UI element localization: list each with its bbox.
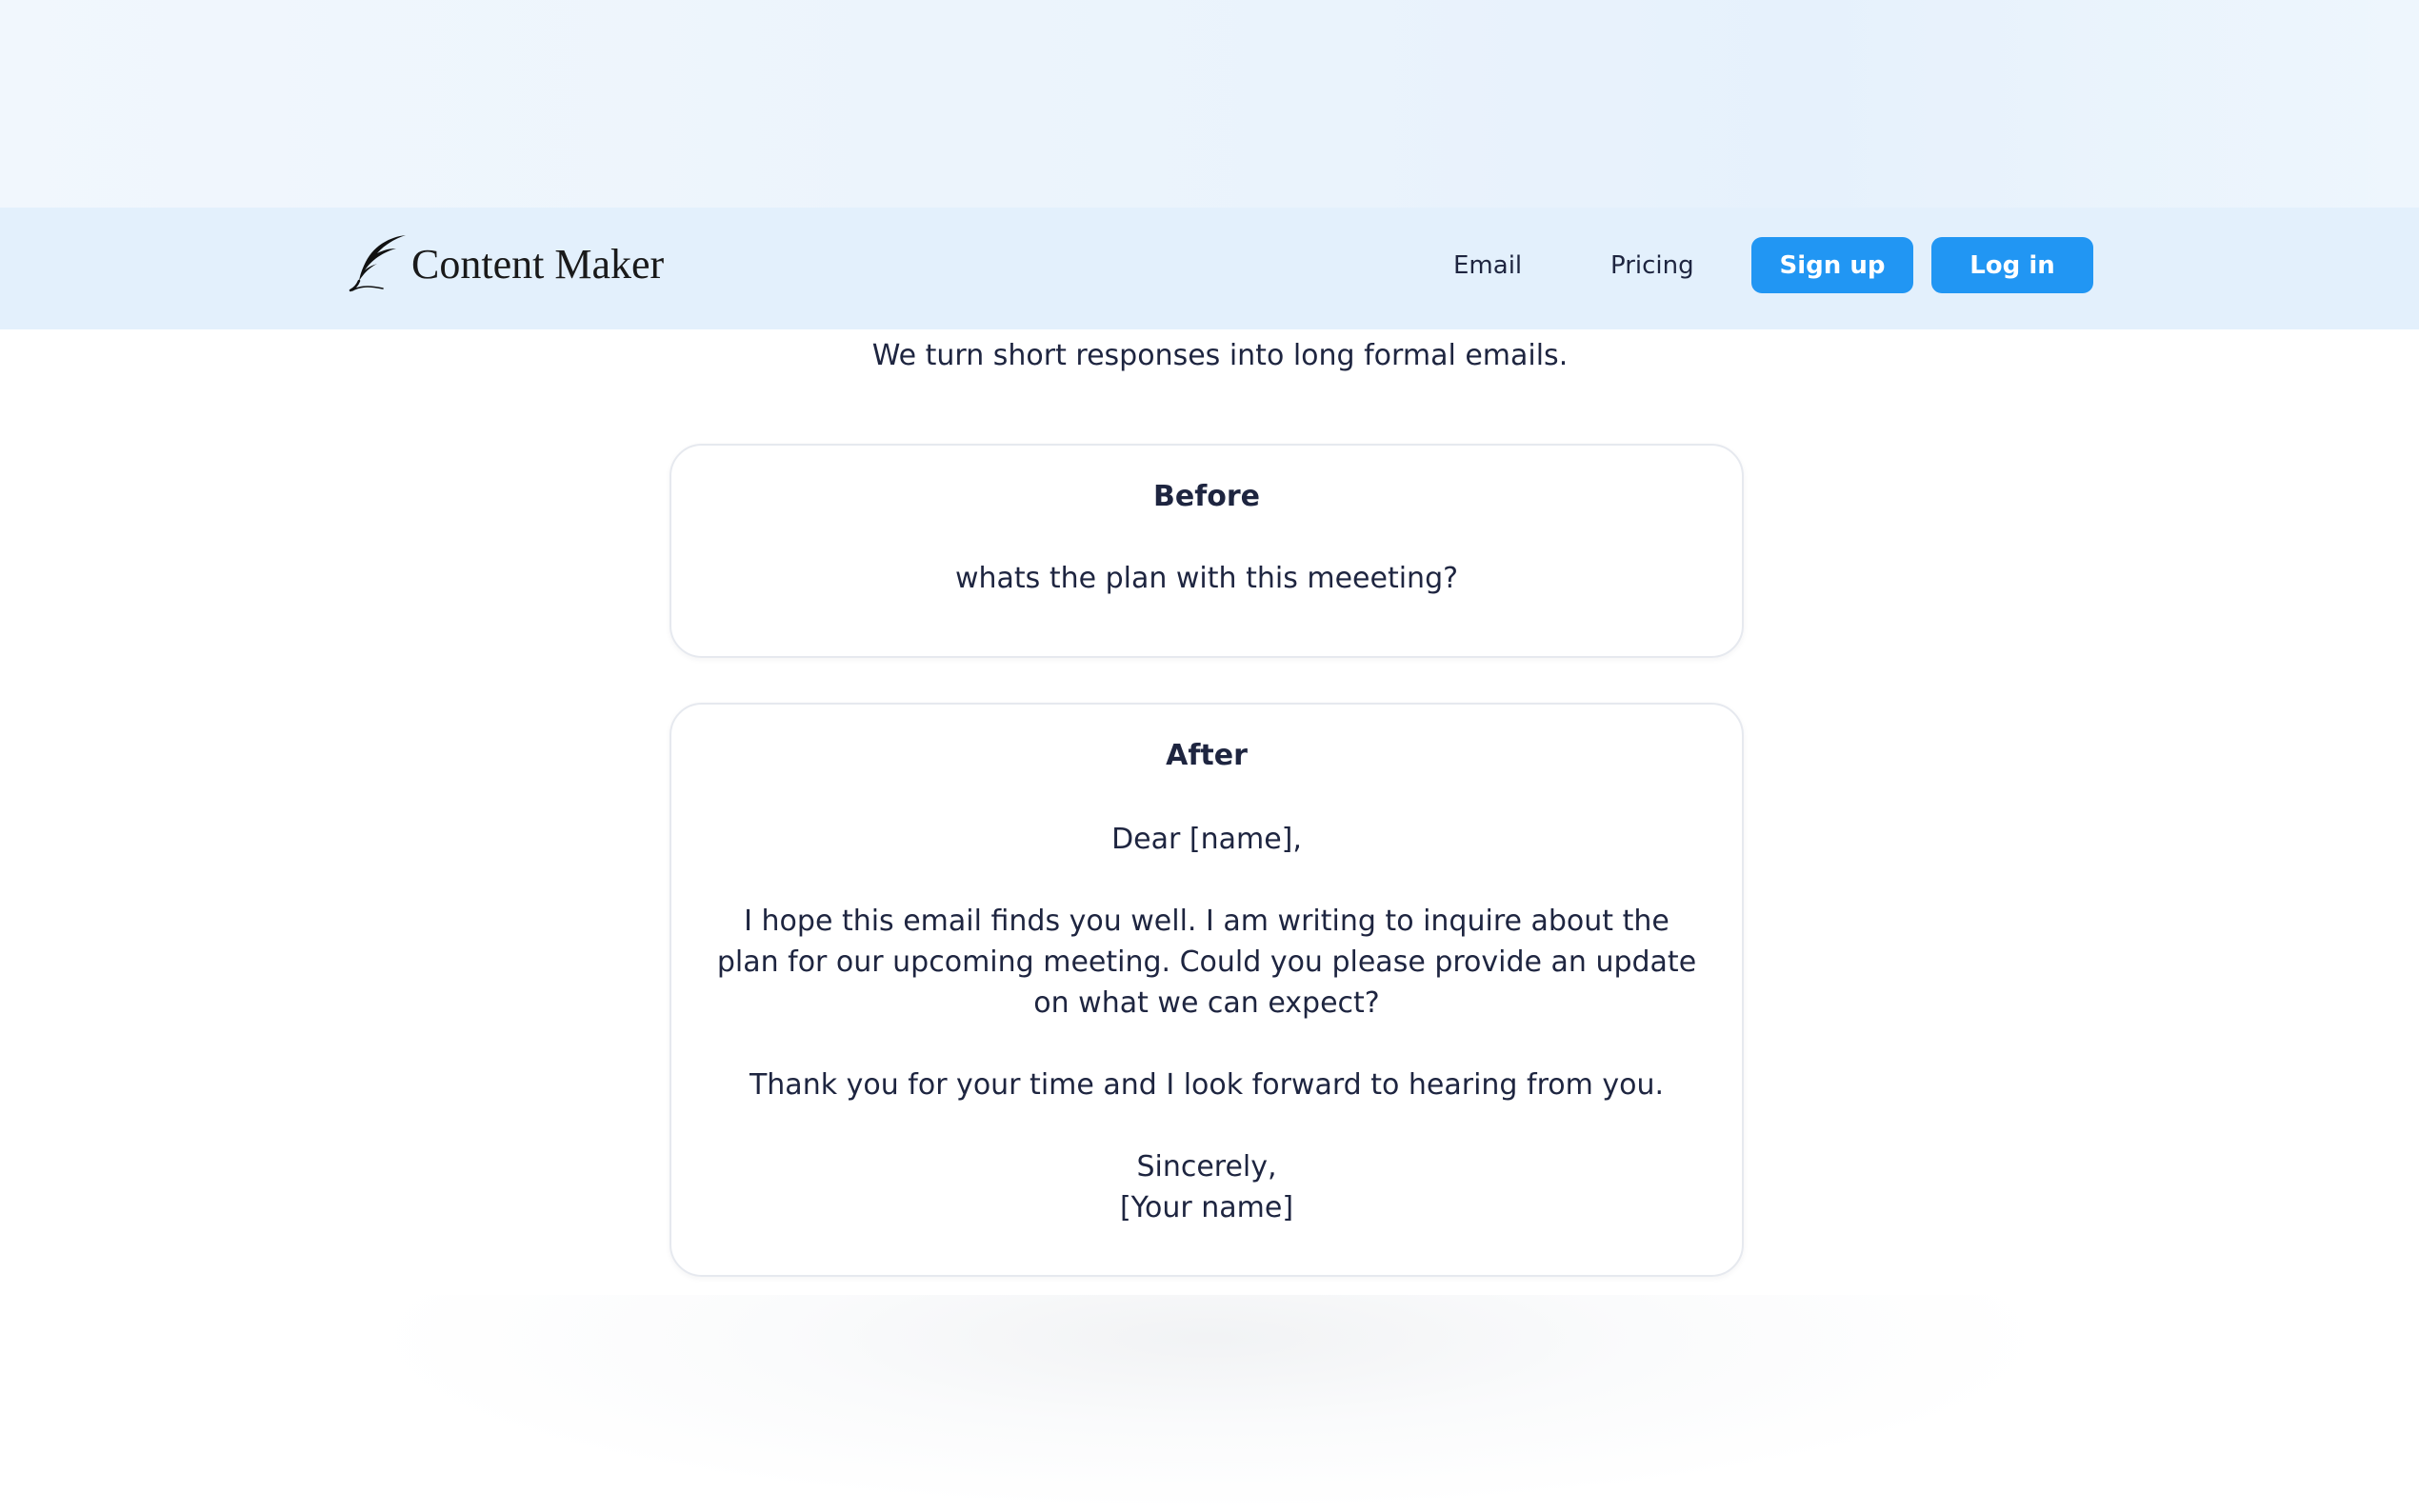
after-card-title: After bbox=[1166, 739, 1248, 772]
before-card-title: Before bbox=[1152, 480, 1261, 513]
email-greeting: Dear [name], bbox=[1111, 823, 1302, 856]
sign-up-button[interactable]: Sign up bbox=[1751, 237, 1913, 293]
log-in-button[interactable]: Log in bbox=[1931, 237, 2093, 293]
email-signature: [Your name] bbox=[1119, 1191, 1294, 1224]
before-card: Before whats the plan with this meeeting… bbox=[670, 444, 1744, 658]
email-body: I hope this email finds you well. I am w… bbox=[716, 905, 1697, 1020]
nav-link-pricing[interactable]: Pricing bbox=[1610, 242, 1694, 289]
email-signoff-block: Sincerely, [Your name] bbox=[710, 1146, 1704, 1228]
after-card: After Dear [name], I hope this email fin… bbox=[670, 703, 1744, 1277]
before-card-text: whats the plan with this meeeting? bbox=[954, 562, 1459, 595]
bottom-shadow-decoration bbox=[362, 1295, 2057, 1512]
nav-link-email[interactable]: Email bbox=[1453, 242, 1522, 289]
hero-tagline: We turn short responses into long formal… bbox=[871, 339, 1569, 372]
top-banner-background bbox=[0, 0, 2419, 208]
email-closing-line: Thank you for your time and I look forwa… bbox=[749, 1068, 1665, 1102]
brand-logo[interactable]: Content Maker bbox=[349, 233, 664, 294]
email-signoff: Sincerely, bbox=[1136, 1150, 1277, 1184]
brand-name: Content Maker bbox=[411, 240, 665, 288]
after-card-email: Dear [name], I hope this email finds you… bbox=[710, 819, 1704, 1228]
quill-feather-icon bbox=[349, 235, 406, 292]
